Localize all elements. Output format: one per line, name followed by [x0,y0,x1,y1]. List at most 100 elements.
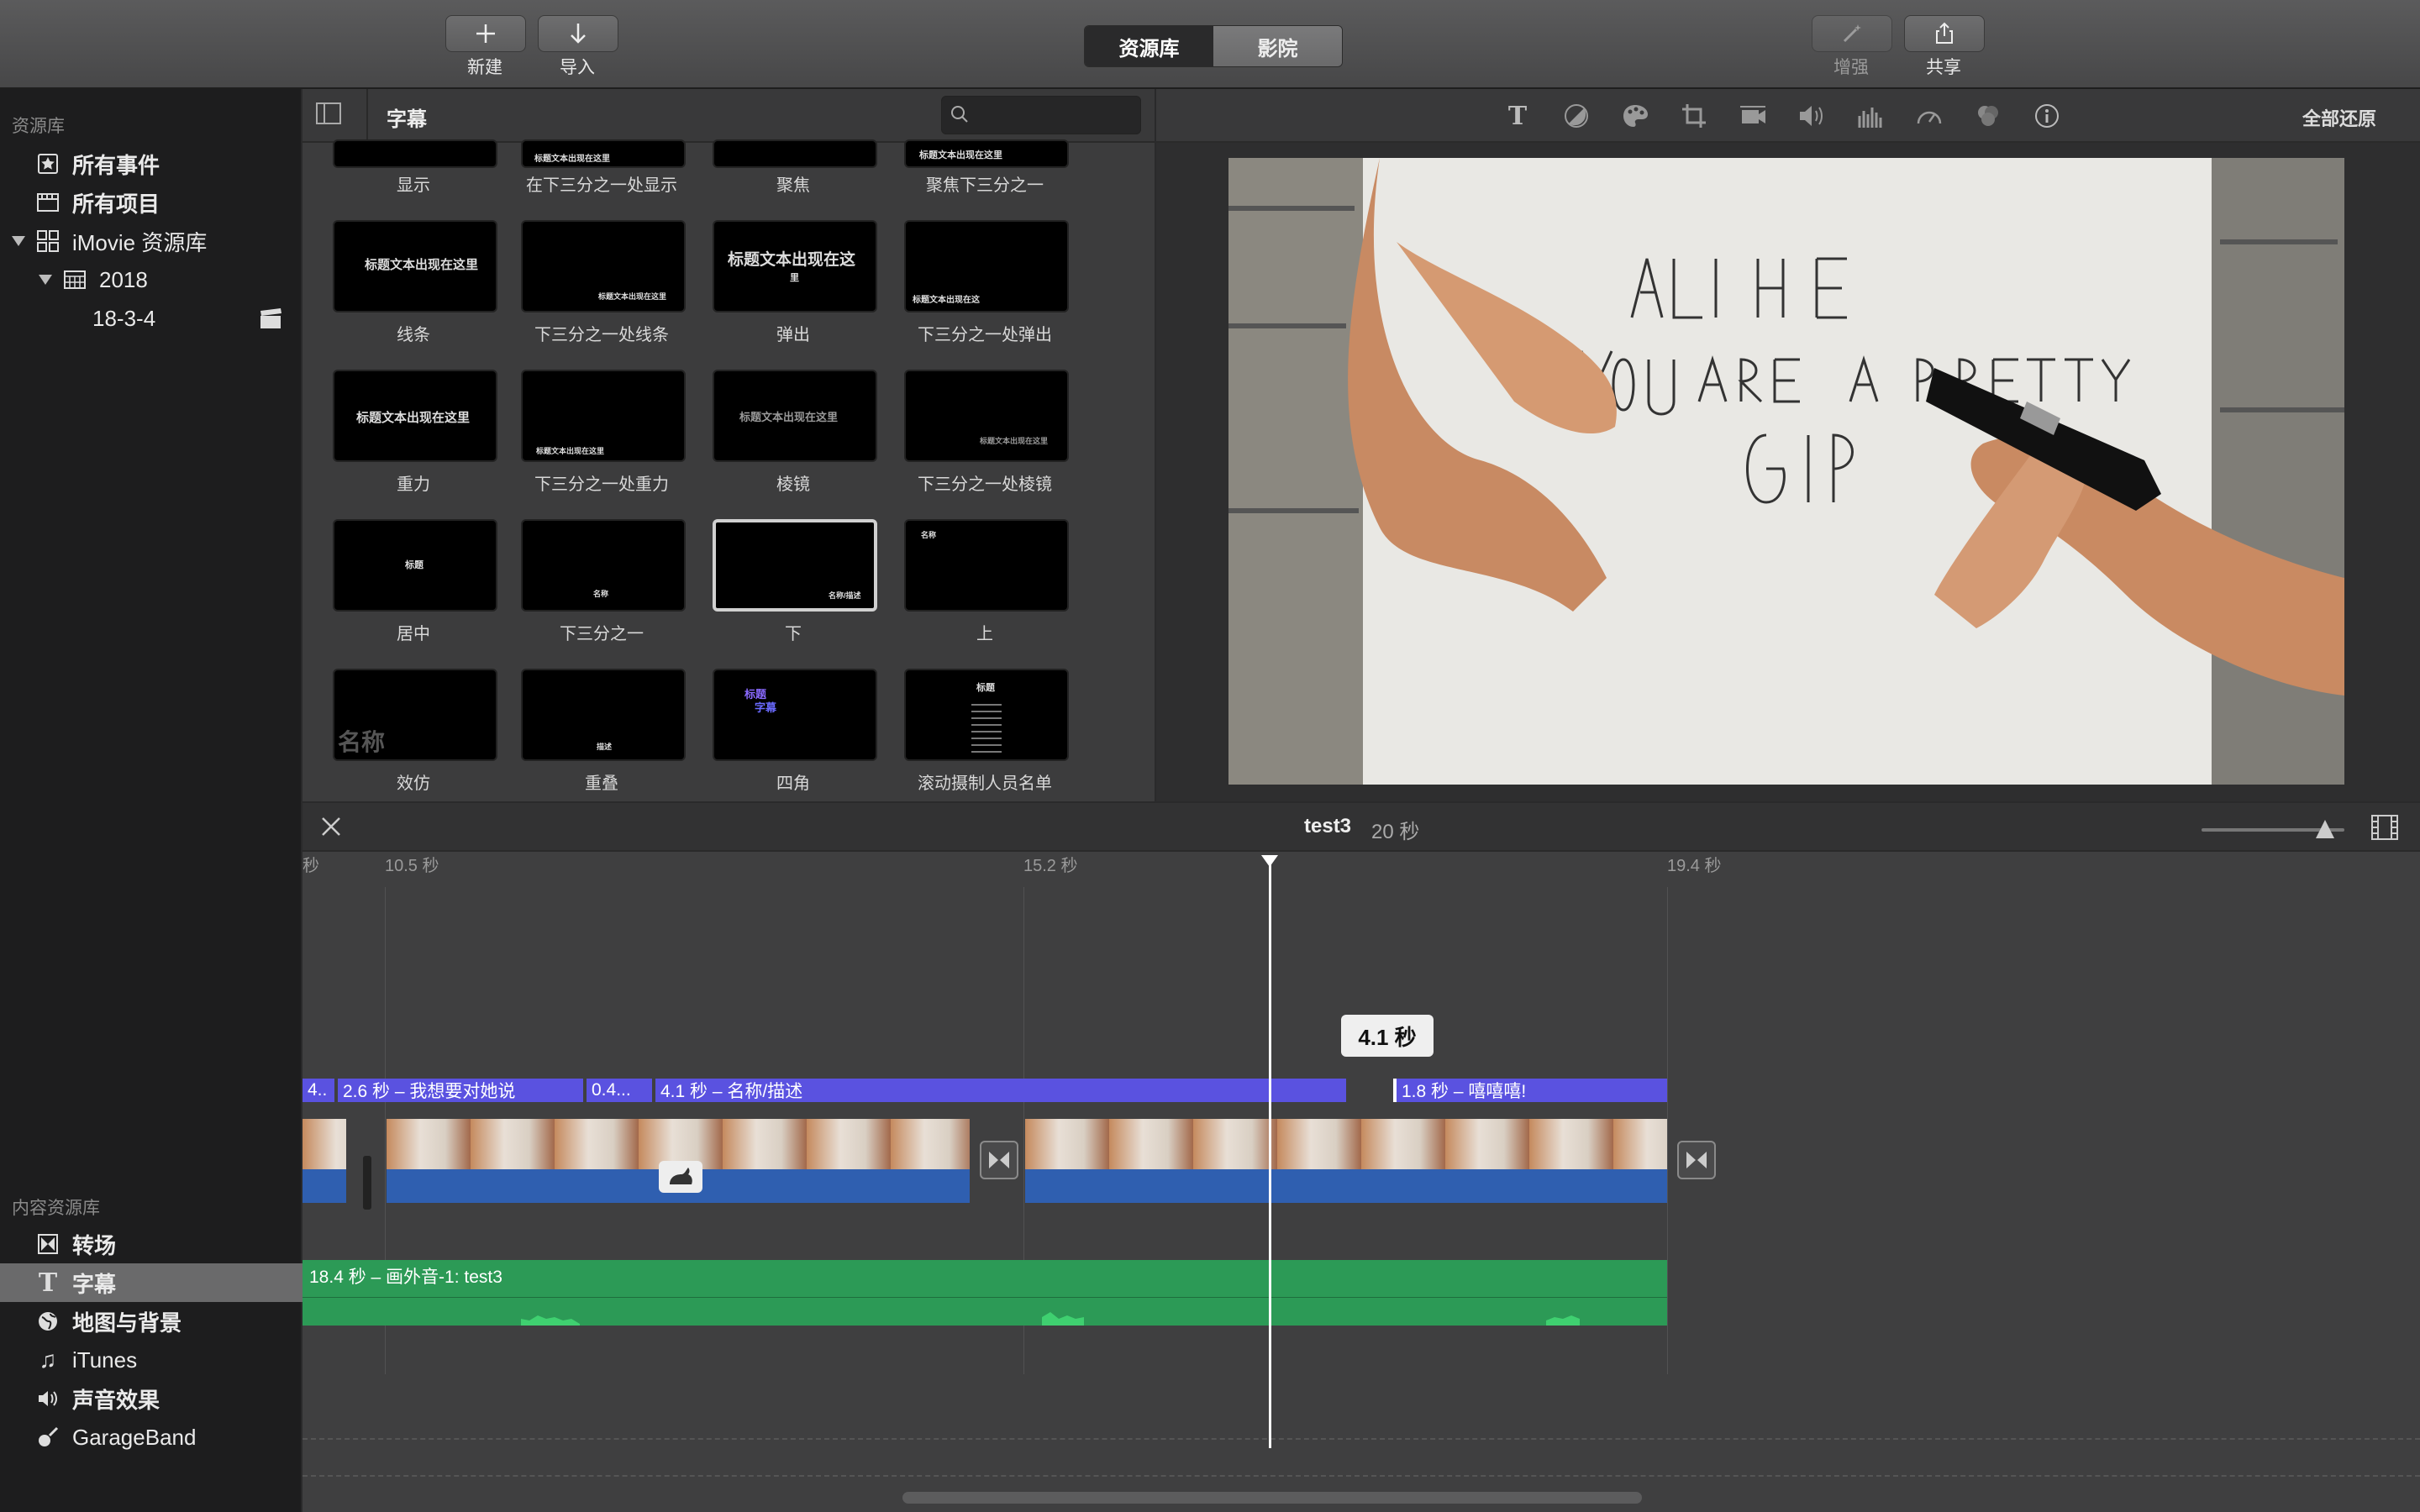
calendar-icon [62,267,87,292]
sidebar-item-garageband[interactable]: GarageBand [0,1418,336,1457]
search-field[interactable] [941,96,1141,134]
tab-theater[interactable]: 影院 [1213,26,1342,66]
clip-handle[interactable] [363,1156,371,1210]
voiceover-audio-clip[interactable]: 18.4 秒 – 画外音-1: test3 [302,1260,1667,1326]
video-frame-image [1228,158,2344,785]
zoom-slider-knob[interactable] [2316,820,2334,838]
project-duration: 20 秒 [1371,821,1420,843]
title-tile[interactable] [333,139,497,168]
film-strip-icon[interactable] [2371,815,2398,844]
video-clip[interactable] [302,1119,346,1203]
title-tile[interactable]: 标题文本出现在这里 [904,139,1069,168]
title-tile[interactable]: 标题 [333,519,497,612]
sidebar-item-imovie-library[interactable]: iMovie 资源库 [0,222,313,260]
disclosure-triangle-icon[interactable] [12,236,25,246]
timeline-scrollbar[interactable] [902,1492,1642,1504]
transition-button[interactable] [1677,1141,1716,1179]
title-bar[interactable]: 2.6 秒 – 我想要对她说 [338,1079,583,1102]
title-tile[interactable]: 描述 [521,669,686,761]
tile-text: 标题文本出现在这里 [365,258,479,272]
globe-icon [35,1309,60,1334]
title-tile[interactable]: 标题文本出现在这里 [713,370,877,462]
title-tile[interactable]: 标题文本出现在这里 [904,370,1069,462]
arrow-down-icon [571,24,586,44]
title-tile[interactable]: 名称 [333,669,497,761]
title-tile[interactable]: 名称 [521,519,686,612]
volume-icon[interactable] [1797,101,1827,131]
equalizer-icon[interactable] [1855,101,1886,131]
tile-text: 标题文本出现在这里 [534,155,610,164]
titles-browser: 字幕 标题文本出现在这里 标题文本出现在这里 显示 在下三分之一处显示 聚焦 聚… [302,89,1447,801]
color-balance-icon[interactable] [1561,101,1591,131]
title-bar[interactable]: 4.1 秒 – 名称/描述 [655,1079,1346,1102]
stabilization-camera-icon[interactable] [1738,101,1768,131]
title-tile[interactable] [713,139,877,168]
title-tile[interactable]: 标题文本出现在这 [904,220,1069,312]
reset-all-button[interactable]: 全部还原 [2302,104,2376,131]
title-tile[interactable]: 标题文本出现在这里 [521,139,686,168]
title-tile[interactable]: 标题 字幕 [713,669,877,761]
timeline: test3 20 秒 秒 10.5 秒 15.2 秒 19.4 秒 4.. 2.… [302,803,2420,1512]
title-tile-selected[interactable]: 名称/描述 [713,519,877,612]
enhance-button[interactable] [1812,15,1892,52]
tile-text: 标题文本出现在这里 [739,411,839,423]
title-tile[interactable]: 标题文本出现在这里 [521,220,686,312]
rabbit-speed-icon [659,1161,702,1193]
title-bar[interactable]: 4.. [302,1079,334,1102]
title-bar[interactable]: 0.4... [587,1079,652,1102]
sidebar-item-maps-backgrounds[interactable]: 地图与背景 [0,1302,336,1341]
crop-icon[interactable] [1679,101,1709,131]
tile-caption: 聚焦下三分之一 [926,176,1044,195]
filter-circles-icon[interactable] [1973,101,2003,131]
palette-icon[interactable] [1620,101,1650,131]
sidebar-item-label: iTunes [72,1347,138,1373]
title-tile[interactable]: 标题 [904,669,1069,761]
disclosure-triangle-icon[interactable] [39,275,52,285]
title-t-icon[interactable]: T [1502,101,1533,131]
import-button[interactable] [538,15,618,52]
tab-library[interactable]: 资源库 [1085,26,1213,66]
ruler-label: 19.4 秒 [1667,857,1722,875]
title-tile[interactable]: 标题文本出现在这 里 [713,220,877,312]
import-label: 导入 [560,58,595,77]
sidebar-item-titles[interactable]: T 字幕 [0,1263,336,1302]
tile-text: 名称 [593,590,609,598]
sidebar-item-all-events[interactable]: 所有事件 [0,144,336,183]
tile-text: 标题文本出现在这 [728,251,856,269]
share-icon [1936,22,1953,44]
sidebar-item-transitions[interactable]: 转场 [0,1225,336,1263]
enhance-label: 增强 [1833,58,1869,77]
video-clip[interactable] [387,1119,970,1203]
close-icon[interactable] [319,815,343,843]
text-t-icon: T [38,1268,58,1298]
film-strip-icon [35,190,60,215]
transition-button[interactable] [980,1141,1018,1179]
share-button[interactable] [1904,15,1985,52]
video-preview [1228,158,2344,785]
new-label: 新建 [467,58,502,77]
tile-caption: 上 [976,625,993,643]
sidebar-item-itunes[interactable]: ♫ iTunes [0,1341,336,1379]
title-tile[interactable]: 名称 [904,519,1069,612]
sidebar-item-2018[interactable]: 2018 [0,260,339,299]
sidebar-item-sound-effects[interactable]: 声音效果 [0,1379,336,1418]
tile-caption: 弹出 [776,326,810,344]
playhead-marker[interactable] [1261,855,1278,867]
speedometer-icon[interactable] [1914,101,1944,131]
title-tile[interactable]: 标题文本出现在这里 [333,220,497,312]
video-clip[interactable] [1025,1119,1667,1203]
library-header: 资源库 [12,117,65,136]
tile-caption: 下三分之一处重力 [534,475,669,494]
info-icon[interactable] [2032,101,2062,131]
title-bar[interactable]: 1.8 秒 – 嘻嘻嘻! [1393,1079,1667,1102]
browser-header: 字幕 [302,89,1155,143]
new-button[interactable] [445,15,526,52]
tile-caption: 滚动摄制人员名单 [918,774,1052,793]
title-tile[interactable]: 标题文本出现在这里 [333,370,497,462]
sidebar-toggle-icon[interactable] [316,102,341,129]
playhead[interactable] [1261,855,1278,1448]
sidebar-item-all-projects[interactable]: 所有项目 [0,183,336,222]
zoom-slider[interactable] [2202,820,2344,838]
title-tile[interactable]: 标题文本出现在这里 [521,370,686,462]
tile-text: 标题文本出现在这 [913,296,980,305]
